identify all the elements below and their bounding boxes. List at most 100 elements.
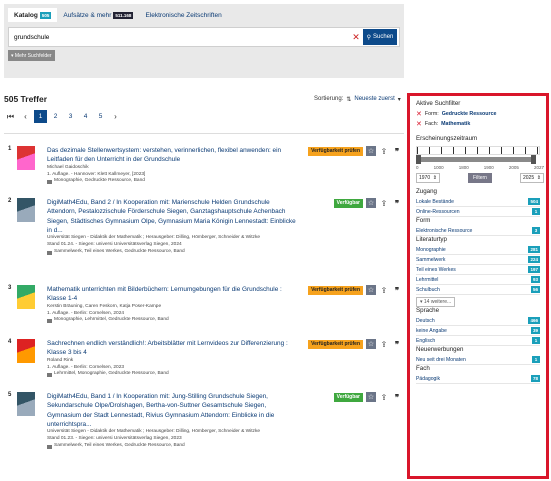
cover-thumbnail[interactable] [17, 146, 35, 170]
record-body: Mathematik unterrichten mit Bilderbücher… [47, 285, 297, 324]
active-filter[interactable]: ✕ Fach: Mathematik [416, 119, 540, 129]
results-count: 505 Treffer [4, 94, 47, 104]
facet-item[interactable]: Englisch 1 [416, 336, 540, 346]
remove-icon[interactable]: ✕ [416, 120, 422, 128]
record-meta: Michael Gaidoschik [47, 164, 89, 170]
quote-icon[interactable]: ❞ [392, 285, 402, 295]
facet-group-title: Form [416, 217, 431, 224]
facet-count: 1 [532, 356, 540, 363]
availability-button[interactable]: Verfügbar [333, 198, 363, 208]
facet-group-title: Zugang [416, 188, 437, 195]
page-3[interactable]: 3 [64, 110, 77, 123]
star-icon[interactable]: ☆ [366, 285, 376, 295]
record-title[interactable]: DigiMath4Edu, Band 2 / In Kooperation mi… [47, 198, 297, 235]
facet-item[interactable]: Elektronische Ressource 3 [416, 226, 540, 236]
record-number: 5 [8, 392, 12, 398]
record-title[interactable]: Das dezimale Stellenwertsystem: verstehe… [47, 146, 297, 165]
cover-thumbnail[interactable] [17, 339, 35, 363]
year-from-field[interactable]: 1970 ⇕ [416, 173, 440, 183]
star-icon[interactable]: ☆ [366, 146, 376, 156]
tab-label: Aufsätze & mehr [63, 11, 112, 19]
record-type-text: Sammelwerk, Teil eines Werkes, Gedruckte… [54, 443, 185, 449]
facet-item[interactable]: Monographie 281 [416, 245, 540, 255]
share-icon[interactable]: ⇪ [379, 199, 389, 208]
facet-count: 56 [530, 286, 540, 293]
active-filters-title: Aktive Suchfilter [416, 100, 461, 107]
book-icon [47, 318, 52, 323]
share-icon[interactable]: ⇪ [379, 340, 389, 349]
facet-count: 281 [528, 246, 540, 253]
availability-button[interactable]: Verfügbar [333, 392, 363, 402]
cover-thumbnail[interactable] [17, 392, 35, 416]
search-button[interactable]: ⚲ Suchen [363, 29, 397, 45]
slider-handle-from[interactable] [416, 155, 421, 164]
tab-zeitschriften[interactable]: Elektronische Zeitschriften [139, 8, 227, 22]
page-2[interactable]: 2 [49, 110, 62, 123]
share-icon[interactable]: ⇪ [379, 393, 389, 402]
share-icon[interactable]: ⇪ [379, 286, 389, 295]
active-filter[interactable]: ✕ Form: Gedruckte Ressource [416, 109, 540, 119]
prev-page-icon[interactable]: ‹ [19, 110, 32, 123]
facet-item[interactable]: Lokale Bestände 504 [416, 197, 540, 207]
more-facets-button[interactable]: ▾ 14 weitere... [416, 297, 456, 307]
record-meta: Roland Rink [47, 357, 74, 363]
facet-count: 197 [528, 266, 540, 273]
quote-icon[interactable]: ❞ [392, 198, 402, 208]
next-page-icon[interactable]: › [109, 110, 122, 123]
record-title[interactable]: Sachrechnen endlich verständlich!: Arbei… [47, 339, 297, 358]
record-actions: Verfügbarkeit prüfen ☆ ⇪ ❞ [298, 339, 402, 349]
period-slider[interactable] [416, 155, 536, 164]
facet-group: Literaturtyp Monographie 281 Sammelwerk … [416, 236, 540, 307]
page-5[interactable]: 5 [94, 110, 107, 123]
year-to-value: 2025 [523, 175, 535, 181]
search-panel: Katalog 505 Aufsätze & mehr 511.168 Elek… [4, 4, 404, 78]
star-icon[interactable]: ☆ [366, 392, 376, 402]
sort-control[interactable]: Sortierung: ⇅ Neueste zuerst ▾ [314, 96, 401, 103]
facet-item[interactable]: Pädagogik 78 [416, 374, 540, 384]
facet-group: Fach Pädagogik 78 [416, 365, 540, 384]
record-title[interactable]: DigiMath4Edu, Band 1 / In Kooperation mi… [47, 392, 297, 429]
facet-item[interactable]: Teil eines Werkes 197 [416, 265, 540, 275]
star-icon[interactable]: ☆ [366, 339, 376, 349]
filter-button[interactable]: Filtern [468, 173, 492, 183]
catalog-tabs: Katalog 505 Aufsätze & mehr 511.168 Elek… [8, 8, 228, 22]
record-type-text: Sammelwerk, Teil eines Werkes, Gedruckte… [54, 249, 185, 255]
share-icon[interactable]: ⇪ [379, 147, 389, 156]
facet-group-title: Sprache [416, 307, 440, 314]
more-fields-button[interactable]: ▾ Mehr Suchfelder [8, 50, 55, 61]
star-icon[interactable]: ☆ [366, 198, 376, 208]
availability-button[interactable]: Verfügbarkeit prüfen [308, 146, 363, 156]
quote-icon[interactable]: ❞ [392, 392, 402, 402]
record-title[interactable]: Mathematik unterrichten mit Bilderbücher… [47, 285, 297, 304]
cover-thumbnail[interactable] [17, 198, 35, 222]
facet-item[interactable]: Schulbuch 56 [416, 285, 540, 295]
facet-item[interactable]: keine Angabe 39 [416, 326, 540, 336]
availability-button[interactable]: Verfügbarkeit prüfen [308, 339, 363, 349]
availability-button[interactable]: Verfügbarkeit prüfen [308, 285, 363, 295]
page-1[interactable]: 1 [34, 110, 47, 123]
page-4[interactable]: 4 [79, 110, 92, 123]
record-meta: Kerstin Bräuning, Caren Feskorn, Katja P… [47, 303, 162, 309]
cover-thumbnail[interactable] [17, 285, 35, 309]
facet-item[interactable]: Lehrmittel 93 [416, 275, 540, 285]
search-input[interactable] [9, 33, 349, 41]
tab-aufsaetze[interactable]: Aufsätze & mehr 511.168 [57, 8, 139, 22]
facet-label: Lehrmittel [416, 276, 439, 283]
quote-icon[interactable]: ❞ [392, 146, 402, 156]
facet-sidebar: Aktive Suchfilter ✕ Form: Gedruckte Ress… [407, 93, 549, 479]
facet-group: Sprache Deutsch 466 keine Angabe 39 Engl… [416, 307, 540, 346]
facet-item[interactable]: Deutsch 466 [416, 316, 540, 326]
slider-handle-to[interactable] [531, 155, 536, 164]
clear-icon[interactable]: ✕ [349, 32, 363, 43]
first-page-icon[interactable]: ⏮ [4, 110, 17, 123]
record-body: Sachrechnen endlich verständlich!: Arbei… [47, 339, 297, 378]
tab-katalog[interactable]: Katalog 505 [8, 8, 58, 22]
year-to-field[interactable]: 2025 ⇕ [520, 173, 544, 183]
remove-icon[interactable]: ✕ [416, 110, 422, 118]
period-filter: 0 1000 1800 1900 2005 2027 1970 ⇕ Filtern… [416, 144, 544, 188]
quote-icon[interactable]: ❞ [392, 339, 402, 349]
facet-item[interactable]: Neu seit drei Monaten 1 [416, 355, 540, 365]
facet-label: Pädagogik [416, 375, 441, 382]
facet-item[interactable]: Sammelwerk 224 [416, 255, 540, 265]
facet-item[interactable]: Online-Ressourcen 1 [416, 207, 540, 217]
